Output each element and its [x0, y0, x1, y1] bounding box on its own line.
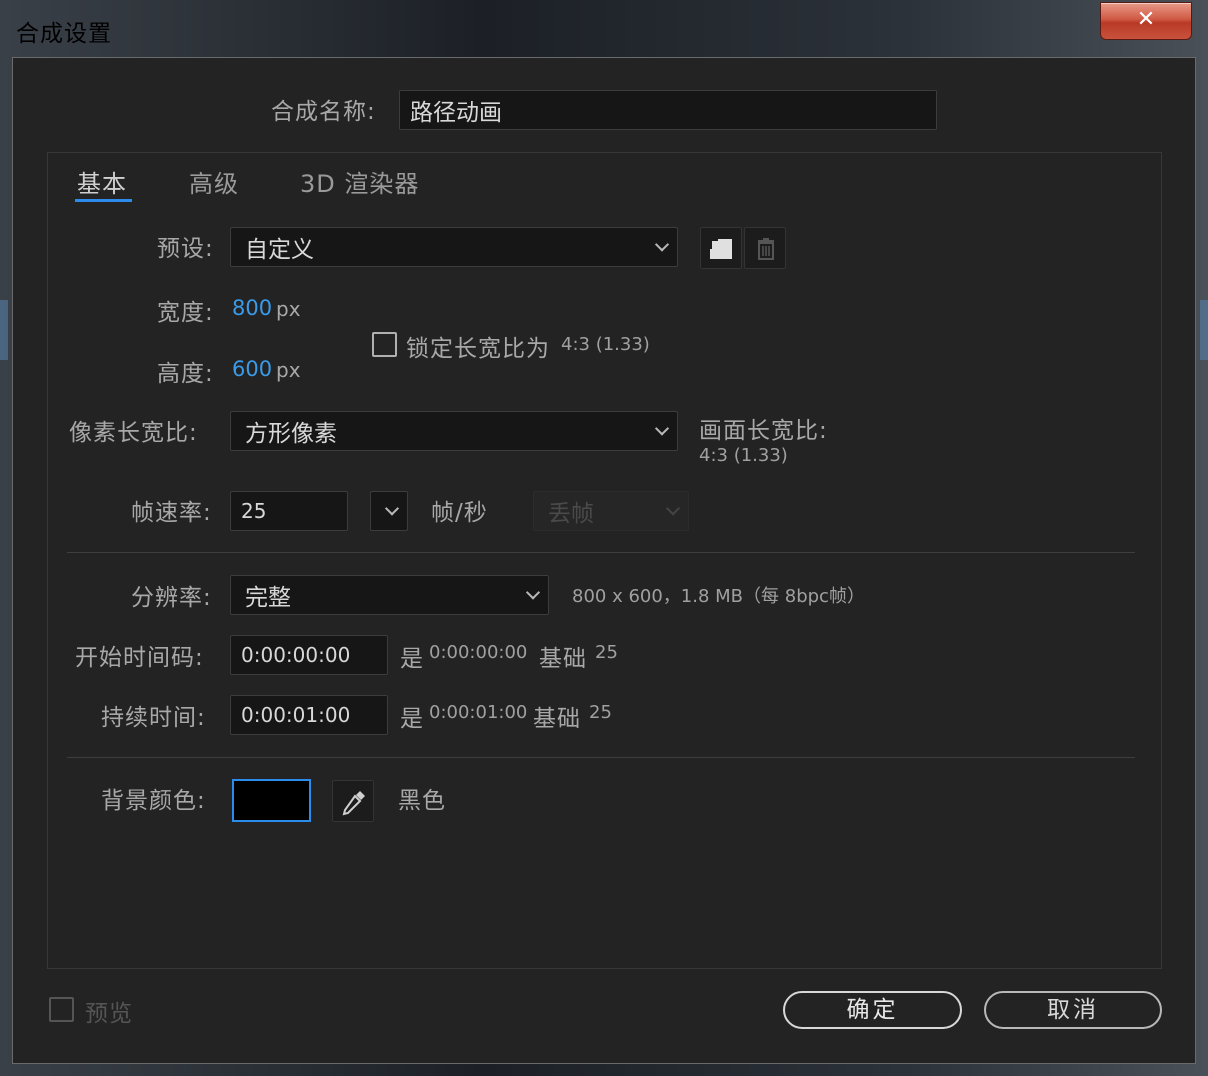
eyedropper-icon — [342, 791, 365, 816]
cancel-button[interactable]: 取消 — [984, 991, 1162, 1029]
drop-frame-dropdown: 丢帧 — [533, 491, 689, 531]
tab-advanced[interactable]: 高级 — [189, 164, 239, 199]
height-label: 高度: — [157, 361, 214, 387]
frame-rate-unit: 帧/秒 — [431, 500, 488, 526]
chevron-down-icon — [384, 501, 400, 516]
close-button[interactable]: ✕ — [1100, 2, 1192, 40]
pixel-aspect-dropdown[interactable]: 方形像素 — [230, 411, 678, 451]
start-timecode-input[interactable]: 0:00:00:00 — [230, 635, 388, 675]
settings-panel — [47, 152, 1162, 969]
save-preset-button[interactable] — [700, 227, 742, 269]
divider — [67, 757, 1135, 758]
start-timecode-value: 0:00:00:00 — [241, 643, 351, 667]
resolution-label: 分辨率: — [131, 585, 212, 611]
window-title: 合成设置 — [16, 21, 112, 47]
start-is-label: 是 — [400, 646, 424, 672]
ok-button[interactable]: 确定 — [783, 991, 962, 1029]
frame-aspect-label: 画面长宽比: — [699, 418, 828, 444]
chevron-down-icon — [654, 421, 670, 436]
frame-aspect-value: 4:3 (1.33) — [699, 445, 788, 466]
chevron-down-icon — [654, 237, 670, 252]
save-preset-icon — [710, 239, 732, 259]
start-is-value: 0:00:00:00 — [429, 642, 528, 663]
duration-value: 0:00:01:00 — [241, 703, 351, 727]
preset-value: 自定义 — [245, 237, 314, 263]
comp-name-input[interactable]: 路径动画 — [399, 90, 937, 130]
duration-base-value: 25 — [589, 702, 612, 723]
preview-checkbox[interactable] — [49, 997, 74, 1022]
frame-rate-label: 帧速率: — [131, 500, 212, 526]
trash-icon — [758, 238, 774, 260]
duration-is-value: 0:00:01:00 — [429, 702, 528, 723]
chevron-down-icon — [665, 501, 681, 516]
pixel-aspect-label: 像素长宽比: — [69, 420, 198, 446]
lock-aspect-ratio: 4:3 (1.33) — [561, 334, 650, 355]
tab-3d-renderer[interactable]: 3D 渲染器 — [300, 164, 419, 199]
background-color-label: 背景颜色: — [101, 788, 206, 814]
delete-preset-button[interactable] — [744, 227, 786, 269]
duration-input[interactable]: 0:00:01:00 — [230, 695, 388, 735]
duration-base-label: 基础 — [533, 706, 581, 732]
window-frame: 合成设置 ✕ 合成名称: 路径动画 基本 高级 3D 渲染器 预设: 自定义 宽… — [0, 0, 1208, 1076]
close-icon: ✕ — [1136, 7, 1156, 32]
active-tab-indicator — [75, 199, 132, 202]
resolution-info: 800 x 600，1.8 MB（每 8bpc帧） — [572, 586, 865, 607]
width-unit: px — [276, 297, 301, 321]
comp-name-label: 合成名称: — [271, 99, 376, 125]
duration-is-label: 是 — [400, 706, 424, 732]
frame-edge — [1200, 300, 1208, 360]
divider — [67, 552, 1135, 553]
pixel-aspect-value: 方形像素 — [245, 421, 337, 447]
start-base-value: 25 — [595, 642, 618, 663]
preset-label: 预设: — [157, 236, 214, 262]
height-unit: px — [276, 358, 301, 382]
background-color-swatch[interactable] — [232, 779, 311, 822]
start-base-label: 基础 — [539, 646, 587, 672]
duration-label: 持续时间: — [101, 705, 206, 731]
width-value[interactable]: 800 — [232, 296, 272, 320]
dialog-body: 合成名称: 路径动画 基本 高级 3D 渲染器 预设: 自定义 宽度: 800 … — [12, 57, 1196, 1064]
drop-frame-value: 丢帧 — [548, 501, 594, 527]
start-timecode-label: 开始时间码: — [75, 645, 204, 671]
resolution-dropdown[interactable]: 完整 — [230, 575, 549, 615]
frame-rate-input[interactable]: 25 — [230, 491, 348, 531]
height-value[interactable]: 600 — [232, 357, 272, 381]
resolution-value: 完整 — [245, 585, 291, 611]
eyedropper-button[interactable] — [332, 780, 374, 822]
preview-label: 预览 — [85, 1001, 133, 1027]
width-label: 宽度: — [157, 300, 214, 326]
frame-rate-dropdown[interactable] — [370, 491, 408, 531]
lock-aspect-checkbox[interactable] — [372, 332, 397, 357]
chevron-down-icon — [525, 585, 541, 600]
preset-dropdown[interactable]: 自定义 — [230, 227, 678, 267]
comp-name-value: 路径动画 — [410, 100, 502, 126]
tab-basic[interactable]: 基本 — [77, 164, 127, 199]
background-color-name: 黑色 — [398, 788, 446, 814]
frame-edge — [0, 300, 8, 360]
frame-rate-value: 25 — [241, 499, 267, 523]
lock-aspect-label: 锁定长宽比为 — [406, 336, 550, 362]
